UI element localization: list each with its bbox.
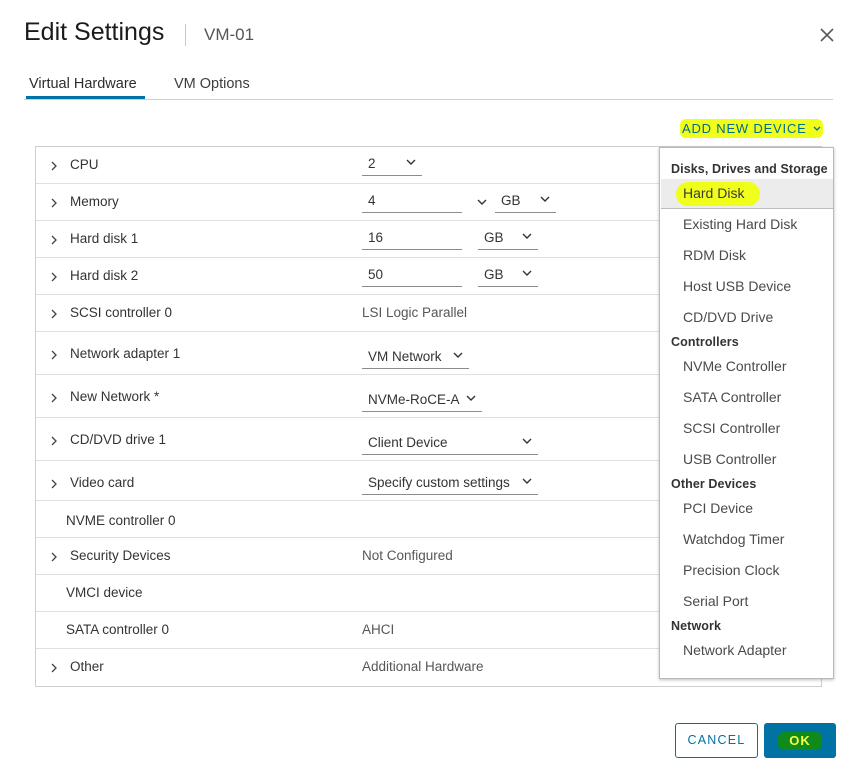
menu-group-other-devices: Other Devices (671, 477, 757, 491)
video-card-label: Video card (70, 475, 135, 490)
chevron-down-icon (453, 352, 463, 358)
menu-item-existing-hard-disk[interactable]: Existing Hard Disk (683, 216, 797, 232)
security-devices-label: Security Devices (70, 548, 171, 563)
memory-value: 4 (368, 193, 376, 208)
menu-group-controllers: Controllers (671, 335, 739, 349)
other-value: Additional Hardware (362, 659, 484, 674)
cd-dvd-drive-select[interactable]: Client Device (362, 433, 538, 455)
memory-input[interactable]: 4 (362, 191, 462, 213)
chevron-right-icon[interactable] (49, 479, 59, 489)
hard-disk-2-size: 50 (368, 267, 384, 282)
close-button[interactable] (816, 24, 838, 46)
new-network-label: New Network * (70, 389, 160, 404)
menu-item-hard-disk[interactable]: Hard Disk (683, 185, 744, 201)
chevron-right-icon[interactable] (49, 272, 59, 282)
chevron-down-icon (406, 159, 416, 165)
add-new-device-button[interactable]: ADD NEW DEVICE (680, 119, 824, 138)
menu-item-nvme-controller[interactable]: NVMe Controller (683, 358, 786, 374)
video-card-value: Specify custom settings (368, 475, 510, 490)
new-network-select[interactable]: NVMe-RoCE-A (362, 390, 482, 412)
ok-label: OK (789, 733, 811, 748)
chevron-down-icon (522, 270, 532, 276)
menu-item-scsi-controller[interactable]: SCSI Controller (683, 420, 780, 436)
chevron-down-icon (813, 126, 821, 131)
chevron-right-icon[interactable] (49, 663, 59, 673)
cd-dvd-drive-label: CD/DVD drive 1 (70, 432, 167, 447)
hard-disk-2-label: Hard disk 2 (70, 268, 139, 283)
tabs-divider (24, 99, 833, 100)
memory-label: Memory (70, 194, 119, 209)
active-tab-indicator (26, 96, 145, 99)
memory-unit: GB (501, 193, 521, 208)
add-device-menu: Disks, Drives and Storage Hard Disk Exis… (659, 147, 834, 679)
menu-item-watchdog-timer[interactable]: Watchdog Timer (683, 531, 784, 547)
hard-disk-1-unit: GB (484, 230, 504, 245)
hard-disk-1-unit-select[interactable]: GB (478, 228, 538, 250)
chevron-down-icon (466, 395, 476, 401)
vmci-device-label: VMCI device (66, 585, 143, 600)
menu-item-sata-controller[interactable]: SATA Controller (683, 389, 781, 405)
chevron-right-icon[interactable] (49, 309, 59, 319)
menu-item-cd-dvd-drive[interactable]: CD/DVD Drive (683, 309, 773, 325)
menu-item-usb-controller[interactable]: USB Controller (683, 451, 776, 467)
hard-disk-1-label: Hard disk 1 (70, 231, 139, 246)
sata-controller-value: AHCI (362, 622, 395, 637)
new-network-value: NVMe-RoCE-A (368, 392, 460, 407)
tab-vm-options[interactable]: VM Options (174, 76, 250, 92)
menu-item-host-usb-device[interactable]: Host USB Device (683, 278, 791, 294)
title-divider (185, 24, 186, 46)
add-new-device-label: ADD NEW DEVICE (682, 121, 807, 136)
chevron-down-icon[interactable] (477, 199, 487, 206)
video-card-select[interactable]: Specify custom settings (362, 473, 538, 495)
scsi-controller-value: LSI Logic Parallel (362, 305, 468, 320)
network-adapter-1-label: Network adapter 1 (70, 346, 181, 361)
cpu-select[interactable]: 2 (362, 154, 422, 176)
cancel-button[interactable]: CANCEL (675, 723, 758, 758)
cpu-label: CPU (70, 157, 99, 172)
menu-item-pci-device[interactable]: PCI Device (683, 500, 753, 516)
hard-disk-2-unit: GB (484, 267, 504, 282)
cpu-value: 2 (368, 156, 376, 171)
vm-name: VM-01 (204, 25, 255, 44)
hard-disk-1-size-input[interactable]: 16 (362, 228, 462, 250)
hard-disk-2-size-input[interactable]: 50 (362, 265, 462, 287)
hard-disk-2-unit-select[interactable]: GB (478, 265, 538, 287)
menu-item-network-adapter[interactable]: Network Adapter (683, 642, 787, 658)
chevron-down-icon (522, 438, 532, 444)
menu-item-serial-port[interactable]: Serial Port (683, 593, 748, 609)
ok-button[interactable]: OK (764, 723, 836, 758)
network-adapter-1-value: VM Network (368, 349, 442, 364)
menu-item-precision-clock[interactable]: Precision Clock (683, 562, 779, 578)
cd-dvd-drive-value: Client Device (368, 435, 448, 450)
scsi-controller-label: SCSI controller 0 (70, 305, 173, 320)
tab-virtual-hardware[interactable]: Virtual Hardware (29, 76, 137, 92)
hard-disk-1-size: 16 (368, 230, 384, 245)
close-icon (820, 28, 834, 42)
chevron-right-icon[interactable] (49, 235, 59, 245)
sata-controller-label: SATA controller 0 (66, 622, 170, 637)
dialog-title: Edit Settings (24, 18, 165, 46)
chevron-right-icon[interactable] (49, 436, 59, 446)
chevron-right-icon[interactable] (49, 161, 59, 171)
menu-item-rdm-disk[interactable]: RDM Disk (683, 247, 746, 263)
menu-group-network: Network (671, 619, 722, 633)
memory-unit-select[interactable]: GB (495, 191, 556, 213)
network-adapter-1-select[interactable]: VM Network (362, 347, 469, 369)
other-label: Other (70, 659, 104, 674)
nvme-controller-label: NVME controller 0 (66, 513, 176, 528)
chevron-right-icon[interactable] (49, 393, 59, 403)
chevron-down-icon (522, 478, 532, 484)
chevron-right-icon[interactable] (49, 198, 59, 208)
chevron-down-icon (540, 196, 550, 202)
chevron-down-icon (522, 233, 532, 239)
menu-group-disks: Disks, Drives and Storage (671, 162, 828, 176)
chevron-right-icon[interactable] (49, 350, 59, 360)
security-devices-value: Not Configured (362, 548, 453, 563)
chevron-right-icon[interactable] (49, 552, 59, 562)
